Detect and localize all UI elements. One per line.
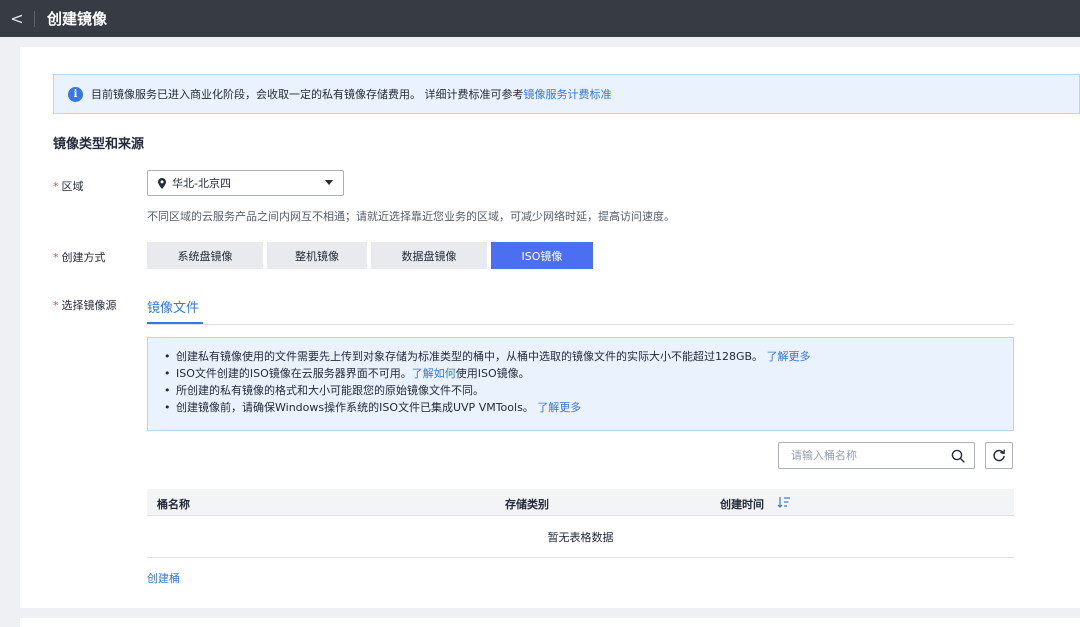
tip-text: ISO文件创建的ISO镜像在云服务器界面不可用。 xyxy=(176,367,412,380)
region-label-text: 区域 xyxy=(61,180,84,193)
tip-item: 所创建的私有镜像的格式和大小可能跟您的原始镜像文件不同。 xyxy=(164,382,1013,399)
billing-standard-link[interactable]: 镜像服务计费标准 xyxy=(524,88,612,101)
bucket-search-input[interactable] xyxy=(791,449,941,462)
required-mark: * xyxy=(53,180,59,193)
required-mark: * xyxy=(53,299,59,312)
chevron-left-icon: < xyxy=(10,9,24,28)
creation-mode-group: 系统盘镜像 整机镜像 数据盘镜像 ISO镜像 xyxy=(147,242,597,269)
notice-message: 目前镜像服务已进入商业化阶段，会收取一定的私有镜像存储费用。 详细计费标准可参考 xyxy=(91,88,524,101)
caret-down-icon xyxy=(325,180,333,185)
billing-notice: i 目前镜像服务已进入商业化阶段，会收取一定的私有镜像存储费用。 详细计费标准可… xyxy=(53,74,1080,114)
table-empty-row: 暂无表格数据 xyxy=(147,516,1014,558)
page-title: 创建镜像 xyxy=(47,10,108,28)
column-storage-class: 存储类别 xyxy=(505,498,549,511)
region-hint: 不同区域的云服务产品之间内网互不相通；请就近选择靠近您业务的区域，可减少网络时延… xyxy=(147,210,675,223)
main-card: i 目前镜像服务已进入商业化阶段，会收取一定的私有镜像存储费用。 详细计费标准可… xyxy=(20,47,1080,608)
tip-text: 创建镜像前，请确保Windows操作系统的ISO文件已集成UVP VMTools… xyxy=(176,401,534,414)
table-header: 桶名称 存储类别 创建时间 xyxy=(147,489,1014,516)
region-select[interactable]: 华北-北京四 xyxy=(147,170,344,196)
mode-full-machine-button[interactable]: 整机镜像 xyxy=(267,242,367,269)
mode-iso-button[interactable]: ISO镜像 xyxy=(491,242,593,269)
tip-text: 创建私有镜像使用的文件需要先上传到对象存储为标准类型的桶中，从桶中选取的镜像文件… xyxy=(176,350,764,363)
notice-text: 目前镜像服务已进入商业化阶段，会收取一定的私有镜像存储费用。 详细计费标准可参考… xyxy=(91,86,612,102)
tip-text: 使用ISO镜像。 xyxy=(455,367,530,380)
top-bar: < 创建镜像 xyxy=(0,0,1080,37)
source-label: * 选择镜像源 xyxy=(53,297,117,313)
learn-more-link[interactable]: 了解更多 xyxy=(537,401,581,414)
search-icon[interactable] xyxy=(951,449,965,463)
tips-box: 创建私有镜像使用的文件需要先上传到对象存储为标准类型的桶中，从桶中选取的镜像文件… xyxy=(147,337,1014,431)
info-icon: i xyxy=(68,86,83,102)
source-label-text: 选择镜像源 xyxy=(61,299,117,312)
creation-mode-label-text: 创建方式 xyxy=(61,251,106,264)
tip-item: 创建私有镜像使用的文件需要先上传到对象存储为标准类型的桶中，从桶中选取的镜像文件… xyxy=(164,348,1013,365)
refresh-icon xyxy=(993,449,1005,461)
location-pin-icon xyxy=(158,177,166,189)
mode-system-disk-button[interactable]: 系统盘镜像 xyxy=(147,242,263,269)
region-label: * 区域 xyxy=(53,178,84,194)
column-created-time[interactable]: 创建时间 xyxy=(720,496,764,512)
refresh-button[interactable] xyxy=(985,442,1013,469)
tip-item: ISO文件创建的ISO镜像在云服务器界面不可用。了解如何使用ISO镜像。 xyxy=(164,365,1013,382)
learn-more-link[interactable]: 了解更多 xyxy=(767,350,811,363)
learn-how-link[interactable]: 了解如何 xyxy=(412,367,456,380)
tip-item: 创建镜像前，请确保Windows操作系统的ISO文件已集成UVP VMTools… xyxy=(164,399,1013,416)
section-title: 镜像类型和来源 xyxy=(53,137,145,152)
sort-icon[interactable] xyxy=(777,496,791,508)
create-bucket-link[interactable]: 创建桶 xyxy=(147,570,180,586)
back-button[interactable]: < xyxy=(0,0,34,37)
divider xyxy=(34,10,35,27)
tip-text: 所创建的私有镜像的格式和大小可能跟您的原始镜像文件不同。 xyxy=(176,384,484,397)
tab-image-file[interactable]: 镜像文件 xyxy=(147,297,199,316)
tab-divider xyxy=(147,324,1014,325)
bucket-search xyxy=(778,442,975,469)
secondary-card xyxy=(20,618,1080,627)
creation-mode-label: * 创建方式 xyxy=(53,249,106,265)
column-bucket-name: 桶名称 xyxy=(157,498,190,511)
region-value: 华北-北京四 xyxy=(172,177,231,190)
required-mark: * xyxy=(53,251,59,264)
mode-data-disk-button[interactable]: 数据盘镜像 xyxy=(371,242,487,269)
